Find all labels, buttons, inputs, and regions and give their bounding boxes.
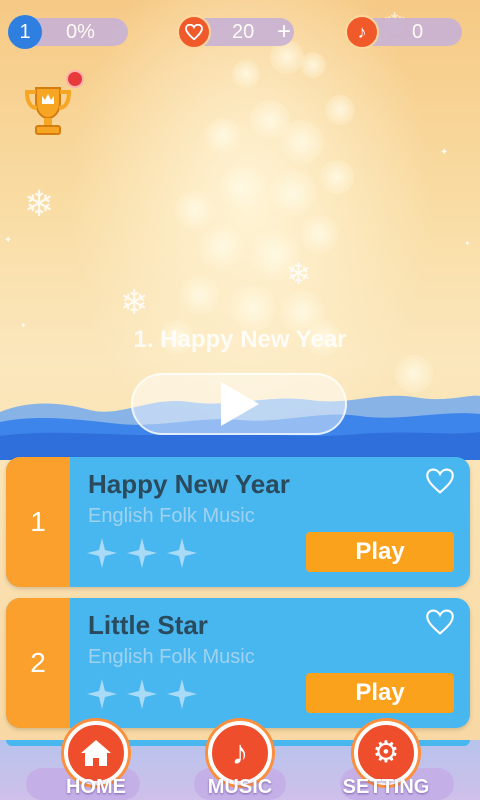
song-rating (86, 537, 198, 569)
trophy-button[interactable] (22, 70, 84, 140)
song-genre: English Folk Music (88, 646, 255, 668)
favorite-button[interactable] (424, 608, 456, 641)
featured-song-title: 1. Happy New Year (133, 326, 347, 353)
song-card[interactable]: 2 Little Star English Folk Music Play (6, 598, 470, 728)
featured-play-button[interactable] (131, 373, 347, 435)
star-icon (87, 538, 117, 568)
sparkle-icon: ✦ (440, 147, 449, 158)
song-card[interactable]: 1 Happy New Year English Folk Music Play (6, 457, 470, 587)
song-rating (86, 678, 198, 710)
gear-icon: ⚙ (372, 736, 400, 769)
song-number: 1 (6, 457, 70, 587)
level-number: 1 (19, 20, 31, 43)
song-name: Happy New Year (88, 469, 290, 499)
add-symbol: + (276, 18, 291, 45)
heart-outline-icon (426, 468, 454, 494)
song-genre: English Folk Music (88, 505, 255, 527)
lives-text: 20 (232, 21, 255, 43)
home-icon (81, 740, 111, 766)
nav-music-label: MUSIC (207, 776, 273, 798)
level-badge: 1 (8, 15, 42, 49)
star-icon (127, 538, 157, 568)
snowflake-icon: ❄ (24, 183, 55, 224)
star-icon (167, 538, 197, 568)
star-icon (127, 679, 157, 709)
progress-text: 0% (66, 21, 95, 43)
nav-setting-label: SETTING (342, 776, 430, 798)
sparkle-icon: ✦ (4, 235, 13, 246)
star-icon (167, 679, 197, 709)
notification-dot (66, 70, 84, 88)
nav-home-label: HOME (66, 776, 126, 798)
favorite-button[interactable] (424, 467, 456, 500)
play-button[interactable]: Play (306, 532, 454, 572)
music-note-icon: ♪ (345, 15, 379, 49)
snowflake-icon: ❄ (120, 284, 149, 322)
play-icon (221, 382, 259, 426)
play-button[interactable]: Play (306, 673, 454, 713)
song-name: Little Star (88, 610, 208, 640)
heart-icon (177, 15, 211, 49)
trophy-icon (24, 87, 72, 135)
snowflake-icon: ❄ (286, 258, 312, 291)
sparkle-icon: ✦ (464, 239, 471, 248)
heart-outline-icon (426, 609, 454, 635)
music-note-icon: ♪ (231, 734, 249, 772)
add-lives-button[interactable]: + (272, 18, 296, 46)
notes-text: 0 (412, 21, 424, 43)
star-icon (87, 679, 117, 709)
song-number: 2 (6, 598, 70, 728)
